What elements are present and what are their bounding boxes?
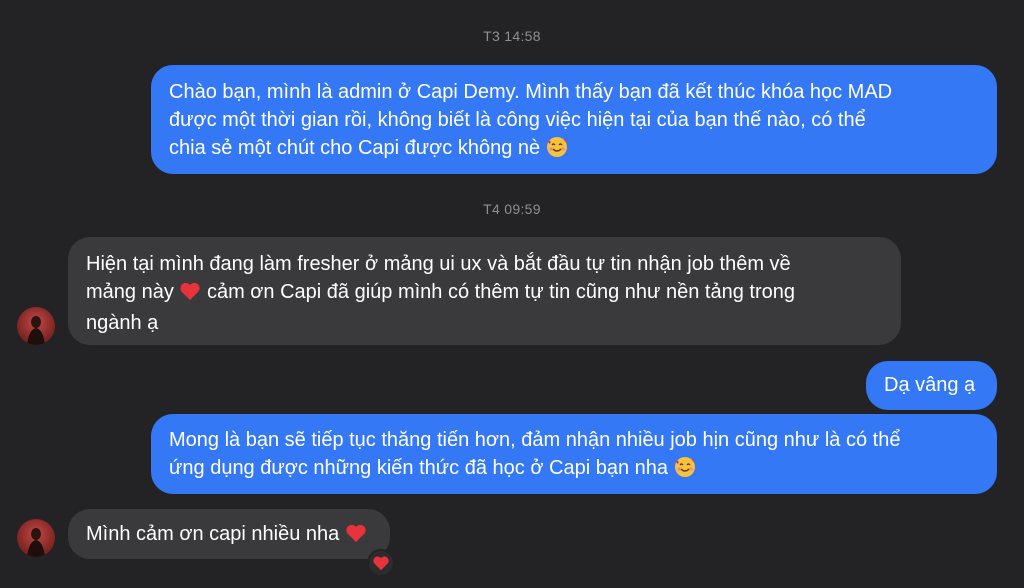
timestamp: T3 14:58 (483, 28, 541, 44)
heart-reaction-icon[interactable] (367, 549, 395, 577)
outgoing-message[interactable]: Mong là bạn sẽ tiếp tục thăng tiến hơn, … (151, 414, 997, 494)
outgoing-message[interactable]: Chào bạn, mình là admin ở Capi Demy. Mìn… (151, 65, 997, 174)
smiling-face-with-hearts-icon (674, 456, 696, 486)
avatar[interactable] (17, 519, 55, 557)
outgoing-message[interactable]: Dạ vâng ạ (866, 361, 997, 410)
red-heart-icon (345, 523, 367, 551)
timestamp: T4 09:59 (483, 201, 541, 217)
smiling-face-with-hearts-icon (546, 136, 568, 166)
incoming-message[interactable]: Mình cảm ơn capi nhiều nha (68, 509, 390, 559)
message-text: Dạ vâng ạ (884, 374, 976, 396)
message-text: Mong là bạn sẽ tiếp tục thăng tiến hơn, … (169, 429, 901, 479)
avatar[interactable] (17, 307, 55, 345)
incoming-message[interactable]: Hiện tại mình đang làm fresher ở mảng ui… (68, 237, 901, 345)
chat-thread[interactable]: T3 14:58 Chào bạn, mình là admin ở Capi … (0, 0, 1024, 588)
message-text: Chào bạn, mình là admin ở Capi Demy. Mìn… (169, 81, 893, 159)
red-heart-icon (179, 281, 201, 309)
message-text: Mình cảm ơn capi nhiều nha (86, 523, 340, 545)
